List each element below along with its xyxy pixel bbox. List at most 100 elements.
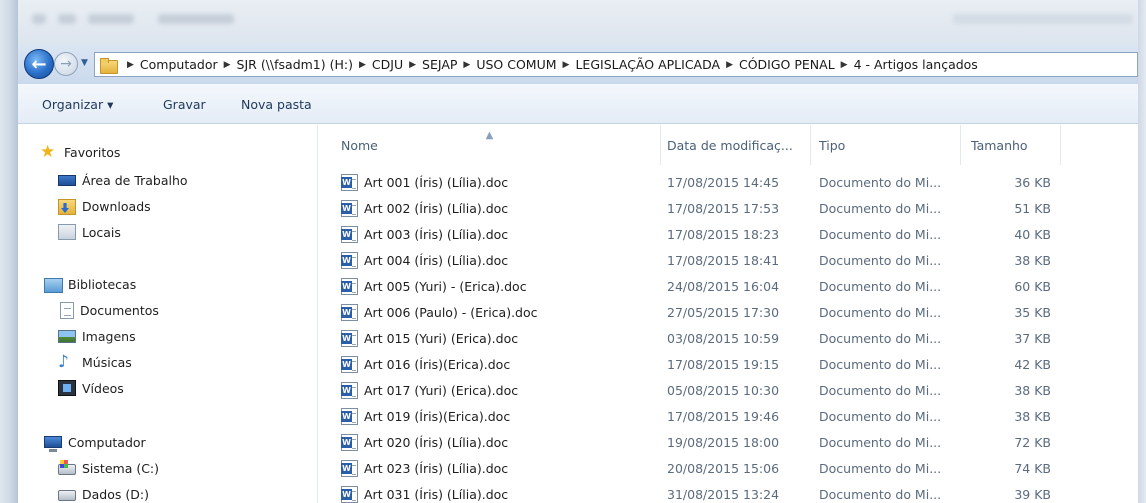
breadcrumb-item[interactable]: CDJU xyxy=(372,57,403,72)
file-date: 17/08/2015 14:45 xyxy=(667,174,780,190)
file-size: 36 KB xyxy=(1014,174,1051,190)
star-icon: ★ xyxy=(40,142,56,162)
nav-computer[interactable]: Computador xyxy=(44,431,146,453)
breadcrumb-item[interactable]: SEJAP xyxy=(422,57,457,72)
file-name-cell[interactable]: Art 002 (Íris) (Lília).doc xyxy=(341,195,508,221)
back-button[interactable]: ← xyxy=(24,49,54,79)
downloads-folder-icon xyxy=(58,198,76,215)
file-name-cell[interactable]: Art 020 (Íris) (Lília).doc xyxy=(341,429,508,455)
drive-icon xyxy=(58,490,76,501)
file-name-cell[interactable]: Art 015 (Yuri) (Erica).doc xyxy=(341,325,518,351)
nav-downloads[interactable]: Downloads xyxy=(58,195,151,217)
nav-images-label: Imagens xyxy=(82,328,136,344)
file-type: Documento do Mi... xyxy=(819,278,942,294)
file-row[interactable]: Art 002 (Íris) (Lília).doc 17/08/2015 17:… xyxy=(319,195,1138,221)
title-bar-icon xyxy=(158,14,234,24)
breadcrumb-item[interactable]: Computador xyxy=(140,57,218,72)
computer-icon xyxy=(44,436,62,452)
nav-libraries[interactable]: Bibliotecas xyxy=(44,273,136,295)
column-header-size[interactable]: Tamanho xyxy=(961,125,1061,165)
file-name-cell[interactable]: Art 017 (Yuri) (Erica).doc xyxy=(341,377,518,403)
forward-button[interactable]: → xyxy=(54,52,78,76)
file-name: Art 003 (Íris) (Lília).doc xyxy=(364,226,509,242)
file-row[interactable]: Art 023 (Íris) (Lília).doc 20/08/2015 15:… xyxy=(319,455,1138,481)
file-size: 37 KB xyxy=(1014,330,1051,346)
navigation-pane: ★ Favoritos Área de Trabalho Downloads L… xyxy=(18,125,318,503)
file-size: 35 KB xyxy=(1014,304,1051,320)
file-name-cell[interactable]: Art 031 (Íris) (Lília).doc xyxy=(341,481,508,503)
title-bar-icon xyxy=(32,14,46,24)
breadcrumb-item[interactable]: 4 - Artigos lançados xyxy=(854,57,978,72)
nav-drive-d[interactable]: Dados (D:) xyxy=(58,483,149,503)
nav-images[interactable]: Imagens xyxy=(58,325,136,347)
nav-drive-c-label: Sistema (C:) xyxy=(82,460,160,476)
breadcrumb-item[interactable]: LEGISLAÇÃO APLICADA xyxy=(575,57,720,72)
file-date: 05/08/2015 10:30 xyxy=(667,382,780,398)
breadcrumb-chevron-icon[interactable]: ▶ xyxy=(409,60,416,70)
file-type: Documento do Mi... xyxy=(819,486,942,502)
nav-drive-d-label: Dados (D:) xyxy=(82,486,149,502)
word-document-icon xyxy=(341,329,358,347)
file-row[interactable]: Art 003 (Íris) (Lília).doc 17/08/2015 18:… xyxy=(319,221,1138,247)
file-row[interactable]: Art 006 (Paulo) - (Erica).doc 27/05/2015 … xyxy=(319,299,1138,325)
desktop-icon xyxy=(58,175,76,186)
breadcrumb-chevron-icon[interactable]: ▶ xyxy=(224,60,231,70)
file-type: Documento do Mi... xyxy=(819,330,942,346)
nav-desktop[interactable]: Área de Trabalho xyxy=(58,169,188,191)
file-name: Art 004 (Íris) (Lília).doc xyxy=(364,252,509,268)
file-type: Documento do Mi... xyxy=(819,382,942,398)
breadcrumb-chevron-icon[interactable]: ▶ xyxy=(563,60,570,70)
file-row[interactable]: Art 020 (Íris) (Lília).doc 19/08/2015 18:… xyxy=(319,429,1138,455)
recent-pages-dropdown[interactable]: ▼ xyxy=(81,58,91,68)
breadcrumb-chevron-icon[interactable]: ▶ xyxy=(463,60,470,70)
nav-drive-c[interactable]: Sistema (C:) xyxy=(58,457,159,479)
file-name-cell[interactable]: Art 004 (Íris) (Lília).doc xyxy=(341,247,508,273)
file-row[interactable]: Art 031 (Íris) (Lília).doc 31/08/2015 13:… xyxy=(319,481,1138,503)
file-name-cell[interactable]: Art 019 (Íris)(Erica).doc xyxy=(341,403,510,429)
pictures-icon xyxy=(58,330,76,343)
file-row[interactable]: Art 015 (Yuri) (Erica).doc 03/08/2015 10:… xyxy=(319,325,1138,351)
breadcrumb-item[interactable]: CÓDIGO PENAL xyxy=(739,57,835,72)
nav-documents[interactable]: Documentos xyxy=(58,299,159,321)
file-name: Art 006 (Paulo) - (Erica).doc xyxy=(364,304,538,320)
nav-favorites[interactable]: ★ Favoritos xyxy=(40,141,120,163)
file-date: 17/08/2015 18:23 xyxy=(667,226,780,242)
file-row[interactable]: Art 017 (Yuri) (Erica).doc 05/08/2015 10:… xyxy=(319,377,1138,403)
file-row[interactable]: Art 001 (Íris) (Lília).doc 17/08/2015 14:… xyxy=(319,169,1138,195)
file-row[interactable]: Art 016 (Íris)(Erica).doc 17/08/2015 19:1… xyxy=(319,351,1138,377)
breadcrumb-chevron-icon[interactable]: ▶ xyxy=(359,60,366,70)
file-row[interactable]: Art 004 (Íris) (Lília).doc 17/08/2015 18:… xyxy=(319,247,1138,273)
file-name-cell[interactable]: Art 006 (Paulo) - (Erica).doc xyxy=(341,299,538,325)
breadcrumb-chevron-icon[interactable]: ▶ xyxy=(127,60,134,70)
burn-button[interactable]: Gravar xyxy=(163,97,206,112)
nav-music-label: Músicas xyxy=(82,354,132,370)
column-header-name[interactable]: ▲ Nome xyxy=(319,125,661,165)
file-name-cell[interactable]: Art 003 (Íris) (Lília).doc xyxy=(341,221,508,247)
address-bar[interactable]: ▶ Computador ▶ SJR (\\fsadm1) (H:) ▶ CDJU ▶ SEJ… xyxy=(94,52,1138,77)
file-name-cell[interactable]: Art 016 (Íris)(Erica).doc xyxy=(341,351,510,377)
breadcrumb-chevron-icon[interactable]: ▶ xyxy=(841,60,848,70)
nav-computer-label: Computador xyxy=(68,434,146,450)
file-name-cell[interactable]: Art 023 (Íris) (Lília).doc xyxy=(341,455,508,481)
file-name: Art 017 (Yuri) (Erica).doc xyxy=(364,382,519,398)
file-size: 72 KB xyxy=(1014,434,1051,450)
file-size: 74 KB xyxy=(1014,460,1051,476)
file-name-cell[interactable]: Art 005 (Yuri) - (Erica).doc xyxy=(341,273,527,299)
nav-music[interactable]: ♪ Músicas xyxy=(58,351,132,373)
file-date: 17/08/2015 19:46 xyxy=(667,408,780,424)
file-name: Art 015 (Yuri) (Erica).doc xyxy=(364,330,519,346)
file-row[interactable]: Art 019 (Íris)(Erica).doc 17/08/2015 19:4… xyxy=(319,403,1138,429)
organize-button[interactable]: Organizar ▾ xyxy=(42,97,113,112)
breadcrumb-chevron-icon[interactable]: ▶ xyxy=(726,60,733,70)
column-header-date[interactable]: Data de modificaç... xyxy=(661,125,811,165)
window-border-right xyxy=(1138,0,1146,503)
explorer-window: ← → ▼ ▶ Computador ▶ SJR (\\fsadm1) (H:) ▶ CD… xyxy=(0,0,1146,503)
file-row[interactable]: Art 005 (Yuri) - (Erica).doc 24/08/2015 1… xyxy=(319,273,1138,299)
breadcrumb-item[interactable]: USO COMUM xyxy=(476,57,556,72)
new-folder-button[interactable]: Nova pasta xyxy=(241,97,312,112)
nav-videos[interactable]: Vídeos xyxy=(58,377,124,399)
nav-locais[interactable]: Locais xyxy=(58,221,121,243)
breadcrumb-item[interactable]: SJR (\\fsadm1) (H:) xyxy=(237,57,353,72)
column-header-type[interactable]: Tipo xyxy=(811,125,961,165)
file-name-cell[interactable]: Art 001 (Íris) (Lília).doc xyxy=(341,169,508,195)
